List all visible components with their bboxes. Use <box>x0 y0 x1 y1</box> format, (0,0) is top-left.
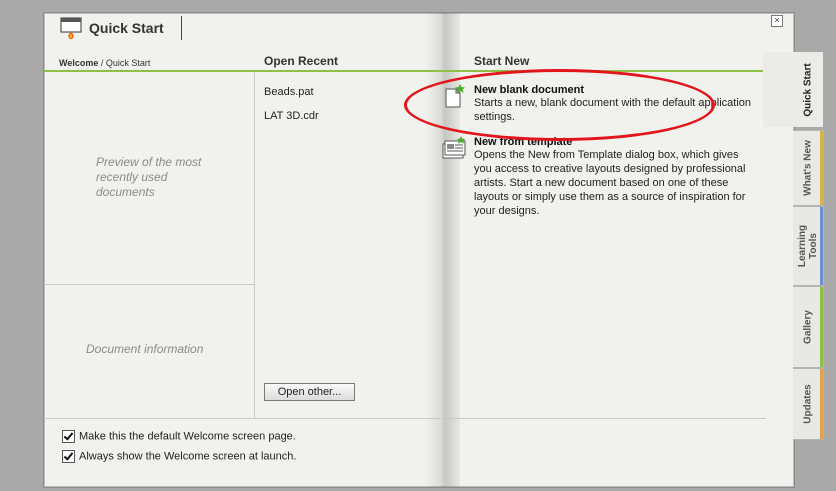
welcome-screen: Quick Start × Welcome / Quick Start Open… <box>43 12 795 488</box>
tab-whats-new-accent <box>820 131 823 205</box>
side-tabs: Quick Start What's New Learning Tools Ga… <box>763 52 825 440</box>
tab-updates[interactable]: Updates <box>793 368 824 440</box>
template-icon <box>442 136 466 159</box>
document-information: Document information <box>86 342 204 356</box>
recent-file-item[interactable]: LAT 3D.cdr <box>264 110 319 122</box>
breadcrumb-welcome[interactable]: Welcome <box>59 58 98 68</box>
title-divider <box>181 16 182 40</box>
preview-divider <box>44 284 254 285</box>
tab-learning-tools-label: Learning Tools <box>797 224 819 268</box>
page-title: Quick Start <box>89 20 164 36</box>
breadcrumb-separator: / <box>98 58 106 68</box>
tab-gallery-accent <box>820 287 823 367</box>
tab-learning-tools[interactable]: Learning Tools <box>793 206 824 286</box>
breadcrumb-page: Quick Start <box>105 58 151 68</box>
new-document-icon <box>445 84 465 108</box>
tab-updates-label: Updates <box>802 384 814 424</box>
tab-gallery-label: Gallery <box>802 310 814 344</box>
open-recent-heading: Open Recent <box>264 54 339 68</box>
quick-start-icon <box>60 17 82 39</box>
new-blank-document-title[interactable]: New blank document <box>474 84 584 96</box>
default-welcome-label: Make this the default Welcome screen pag… <box>79 430 296 443</box>
open-other-button[interactable]: Open other... <box>264 383 355 401</box>
tab-learning-tools-accent <box>820 207 823 285</box>
recent-file-item[interactable]: Beads.pat <box>264 86 314 98</box>
close-button[interactable]: × <box>771 15 783 27</box>
new-from-template-description: Opens the New from Template dialog box, … <box>474 149 746 217</box>
tab-quick-start[interactable]: Quick Start <box>763 52 823 127</box>
footer-divider <box>44 418 766 419</box>
default-welcome-option[interactable]: Make this the default Welcome screen pag… <box>62 430 296 443</box>
show-at-launch-checkbox[interactable] <box>62 450 75 463</box>
preview-panel: Preview of the most recently used docume… <box>44 72 255 418</box>
new-from-template-title[interactable]: New from template <box>474 136 572 148</box>
preview-placeholder: Preview of the most recently used docume… <box>96 155 202 199</box>
tab-gallery[interactable]: Gallery <box>793 286 824 368</box>
tab-whats-new-label: What's New <box>802 140 814 196</box>
tab-whats-new[interactable]: What's New <box>793 130 824 206</box>
tab-updates-accent <box>820 369 823 439</box>
tab-quick-start-label: Quick Start <box>802 62 814 117</box>
show-at-launch-option[interactable]: Always show the Welcome screen at launch… <box>62 450 296 463</box>
default-welcome-checkbox[interactable] <box>62 430 75 443</box>
start-new-heading: Start New <box>474 54 530 68</box>
show-at-launch-label: Always show the Welcome screen at launch… <box>79 450 297 463</box>
breadcrumb: Welcome / Quick Start <box>59 58 150 68</box>
new-blank-document-description: Starts a new, blank document with the de… <box>474 97 752 123</box>
